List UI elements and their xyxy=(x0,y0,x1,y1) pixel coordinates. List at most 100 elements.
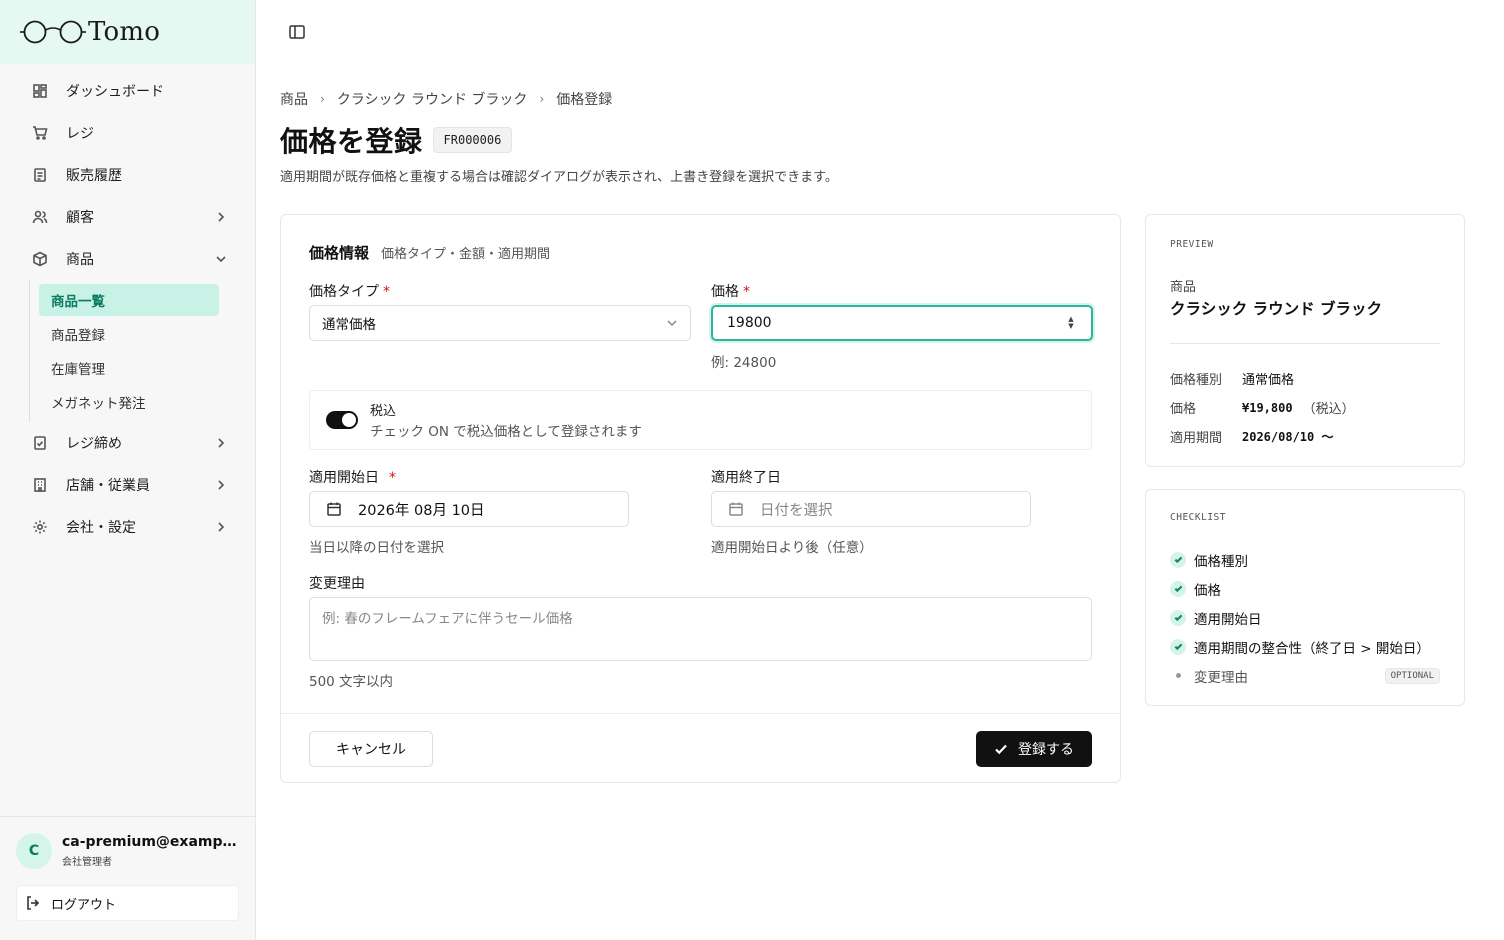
submit-label: 登録する xyxy=(1018,742,1074,758)
price-input-value: 19800 xyxy=(727,315,772,331)
sidebar: Tomo ダッシュボード レジ 販売履歴 顧客 商品 商品一覧 商品登録 在庫管… xyxy=(0,0,256,940)
sidebar-item-company-settings[interactable]: 会社・設定 xyxy=(0,506,255,548)
user-role: 会社管理者 xyxy=(62,857,112,868)
preview-type-key: 価格種別 xyxy=(1170,373,1223,388)
logout-icon xyxy=(27,896,40,910)
cancel-button[interactable]: キャンセル xyxy=(309,731,433,767)
reason-label: 変更理由 xyxy=(309,576,365,592)
price-type-select[interactable]: 通常価格 xyxy=(309,305,691,341)
check-icon xyxy=(1170,609,1186,626)
end-date-picker[interactable]: 日付を選択 xyxy=(711,491,1031,527)
sidebar-item-products[interactable]: 商品 xyxy=(0,238,255,280)
price-type-value: 通常価格 xyxy=(322,317,376,333)
sidebar-nav: ダッシュボード レジ 販売履歴 顧客 商品 商品一覧 商品登録 在庫管理 メガネ… xyxy=(0,64,255,548)
submit-button[interactable]: 登録する xyxy=(976,731,1092,767)
sidebar-item-sales-history[interactable]: 販売履歴 xyxy=(0,154,255,196)
pending-dot-icon xyxy=(1170,668,1186,684)
building-icon xyxy=(32,477,48,493)
calendar-icon xyxy=(327,502,341,516)
page-title: 価格を登録 xyxy=(280,125,423,158)
subnav-item-product-list[interactable]: 商品一覧 xyxy=(39,284,219,316)
users-icon xyxy=(32,209,48,225)
number-stepper[interactable]: ▲ ▼ xyxy=(1065,315,1077,331)
sidebar-item-label: 顧客 xyxy=(66,210,94,226)
reason-textarea[interactable]: 例: 春のフレームフェアに伴うセール価格 xyxy=(309,597,1092,661)
sidebar-item-label: レジ締め xyxy=(66,436,122,452)
check-icon xyxy=(1170,580,1186,597)
section-title: 価格情報 xyxy=(309,244,370,262)
check-icon xyxy=(995,744,1007,755)
check-icon xyxy=(1170,638,1186,655)
sidebar-item-dashboard[interactable]: ダッシュボード xyxy=(0,70,255,112)
end-date-label: 適用終了日 xyxy=(711,470,781,486)
start-date-picker[interactable]: 2026年 08月 10日 xyxy=(309,491,629,527)
sidebar-item-register[interactable]: レジ xyxy=(0,112,255,154)
tax-included-toggle[interactable] xyxy=(326,411,358,429)
price-form-card: 価格情報 価格タイプ・金額・適用期間 価格タイプ * 通常価格 価格 * 19800… xyxy=(280,214,1121,783)
sidebar-item-label: 販売履歴 xyxy=(66,168,122,184)
breadcrumb-item-current: 価格登録 xyxy=(556,92,613,108)
tax-title: 税込 xyxy=(370,404,397,419)
subnav-item-meganet-order[interactable]: メガネット発注 xyxy=(39,386,219,418)
price-type-label: 価格タイプ * xyxy=(309,281,390,301)
subnav-item-inventory[interactable]: 在庫管理 xyxy=(39,352,219,384)
sidebar-item-stores-staff[interactable]: 店舗・従業員 xyxy=(0,464,255,506)
preview-row-price: 価格 ¥19,800 （税込） xyxy=(1170,393,1440,422)
preview-row-type: 価格種別 通常価格 xyxy=(1170,364,1440,393)
price-input[interactable]: 19800 ▲ ▼ xyxy=(711,305,1093,341)
avatar: C xyxy=(16,833,52,869)
receipt-icon xyxy=(32,167,48,183)
user-email: ca-premium@example.com xyxy=(62,834,237,850)
checklist-item: 適用開始日 xyxy=(1170,603,1440,632)
product-code-badge: FR000006 xyxy=(432,127,513,153)
brand-logo[interactable]: Tomo xyxy=(0,0,255,64)
required-mark: * xyxy=(383,284,390,300)
sidebar-toggle-button[interactable] xyxy=(288,23,308,41)
checklist-item: 変更理由 OPTIONAL xyxy=(1170,661,1440,690)
calendar-icon xyxy=(729,502,743,516)
sidebar-item-customers[interactable]: 顧客 xyxy=(0,196,255,238)
price-type-label-text: 価格タイプ xyxy=(309,284,379,300)
user-info[interactable]: C ca-premium@example.com 会社管理者 xyxy=(16,833,239,869)
checklist-item: 価格種別 xyxy=(1170,545,1440,574)
price-label-text: 価格 xyxy=(711,284,739,300)
stepper-down-icon[interactable]: ▼ xyxy=(1068,323,1073,330)
preview-product-label: 商品 xyxy=(1170,280,1197,295)
start-date-value: 2026年 08月 10日 xyxy=(358,502,485,519)
breadcrumb-item-product[interactable]: クラシック ラウンド ブラック xyxy=(337,89,528,109)
chevron-right-icon xyxy=(215,437,227,449)
preview-row-period: 適用期間 2026/08/10 〜 xyxy=(1170,422,1440,451)
sidebar-item-register-close[interactable]: レジ締め xyxy=(0,422,255,464)
logout-label: ログアウト xyxy=(51,897,117,913)
brand-name: Tomo xyxy=(88,17,161,47)
required-mark: * xyxy=(743,284,750,300)
cart-icon xyxy=(32,125,48,141)
chevron-down-icon xyxy=(667,320,677,327)
end-date-placeholder: 日付を選択 xyxy=(760,502,833,519)
preview-period-key: 適用期間 xyxy=(1170,431,1223,446)
tax-description: チェック ON で税込価格として登録されます xyxy=(370,424,642,440)
logout-button[interactable]: ログアウト xyxy=(16,885,239,921)
chevron-right-icon: › xyxy=(539,92,545,106)
sidebar-item-label: 会社・設定 xyxy=(66,520,136,536)
chevron-right-icon xyxy=(215,479,227,491)
price-helper: 例: 24800 xyxy=(711,355,777,371)
tax-included-box: 税込 チェック ON で税込価格として登録されます xyxy=(309,390,1092,450)
preview-price-key: 価格 xyxy=(1170,402,1197,417)
breadcrumb: 商品 › クラシック ラウンド ブラック › 価格登録 xyxy=(280,89,612,109)
sidebar-toggle-icon xyxy=(289,25,305,39)
title-row: 価格を登録 FR000006 xyxy=(280,120,513,160)
chevron-right-icon xyxy=(215,211,227,223)
breadcrumb-item-products[interactable]: 商品 xyxy=(280,89,308,109)
card-header: 価格情報 価格タイプ・金額・適用期間 xyxy=(309,242,550,263)
checklist-item: 適用期間の整合性（終了日 > 開始日） xyxy=(1170,632,1440,661)
checklist-panel: CHECKLIST 価格種別 価格 適用開始日 適用期間の整合性（終了日 > 開… xyxy=(1145,489,1465,706)
sidebar-item-label: レジ xyxy=(66,126,94,142)
subnav-item-product-register[interactable]: 商品登録 xyxy=(39,318,219,350)
user-box: C ca-premium@example.com 会社管理者 ログアウト xyxy=(0,816,255,940)
reason-placeholder: 例: 春のフレームフェアに伴うセール価格 xyxy=(322,611,573,627)
glasses-logo-icon xyxy=(20,20,86,44)
products-subnav: 商品一覧 商品登録 在庫管理 メガネット発注 xyxy=(29,280,255,422)
preview-price-value: ¥19,800 xyxy=(1242,400,1293,415)
gear-icon xyxy=(32,519,48,535)
